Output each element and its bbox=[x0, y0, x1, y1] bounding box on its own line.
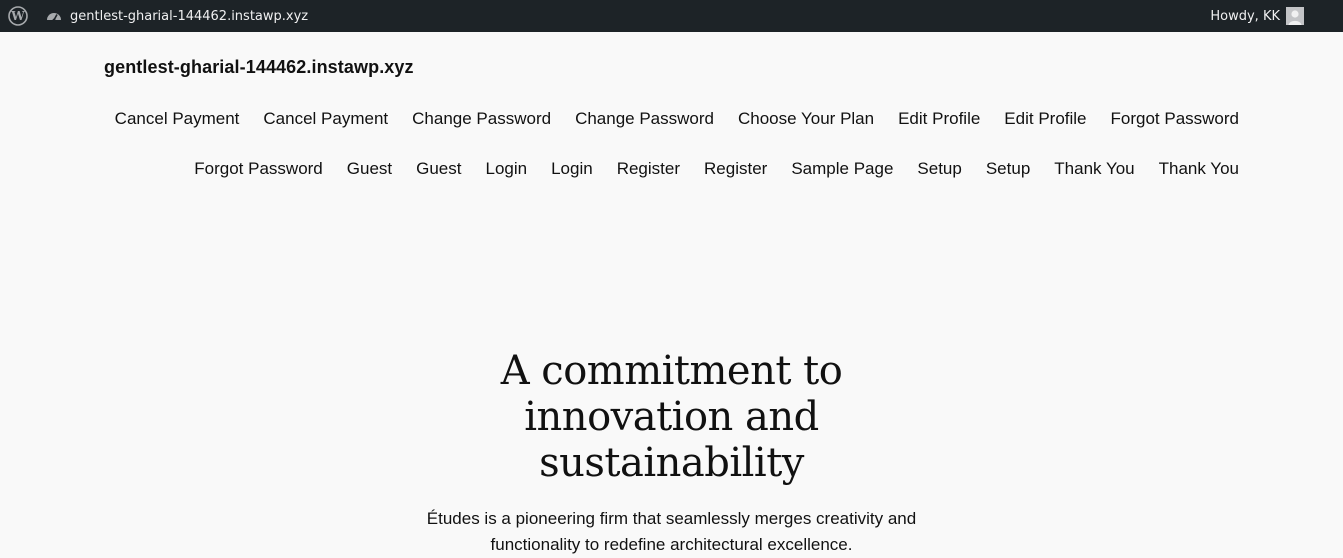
hero-description: Études is a pioneering firm that seamles… bbox=[426, 509, 917, 554]
admin-site-name: gentlest-gharial-144462.instawp.xyz bbox=[70, 8, 309, 24]
nav-item-setup[interactable]: Setup bbox=[917, 144, 961, 194]
admin-bar-right[interactable]: Howdy, KK bbox=[1210, 0, 1343, 32]
nav-item-forgot-password[interactable]: Forgot Password bbox=[194, 144, 323, 194]
nav-item-register[interactable]: Register bbox=[617, 144, 680, 194]
nav-item-cancel-payment[interactable]: Cancel Payment bbox=[115, 94, 240, 144]
nav-item-cancel-payment[interactable]: Cancel Payment bbox=[263, 94, 388, 144]
nav-item-guest[interactable]: Guest bbox=[347, 144, 392, 194]
nav-item-thank-you[interactable]: Thank You bbox=[1159, 144, 1239, 194]
wordpress-icon[interactable]: W bbox=[2, 0, 34, 32]
svg-text:W: W bbox=[10, 9, 25, 23]
nav-item-guest[interactable]: Guest bbox=[416, 144, 461, 194]
nav-item-edit-profile[interactable]: Edit Profile bbox=[1004, 94, 1086, 144]
admin-bar: W gentlest-gharial-144462.instawp.xyz Ho… bbox=[0, 0, 1343, 32]
primary-navigation: Cancel Payment Cancel Payment Change Passw… bbox=[90, 94, 1239, 194]
nav-item-login[interactable]: Login bbox=[551, 144, 593, 194]
admin-bar-left: W gentlest-gharial-144462.instawp.xyz bbox=[0, 0, 316, 32]
nav-item-login[interactable]: Login bbox=[485, 144, 527, 194]
avatar bbox=[1286, 7, 1304, 25]
nav-item-thank-you[interactable]: Thank You bbox=[1054, 144, 1134, 194]
admin-site-link[interactable]: gentlest-gharial-144462.instawp.xyz bbox=[34, 0, 316, 32]
nav-item-choose-your-plan[interactable]: Choose Your Plan bbox=[738, 94, 874, 144]
howdy-text: Howdy, KK bbox=[1210, 8, 1280, 24]
nav-item-change-password[interactable]: Change Password bbox=[575, 94, 714, 144]
nav-item-forgot-password[interactable]: Forgot Password bbox=[1111, 94, 1240, 144]
nav-item-edit-profile[interactable]: Edit Profile bbox=[898, 94, 980, 144]
site-title[interactable]: gentlest-gharial-144462.instawp.xyz bbox=[104, 55, 414, 79]
hero-title: A commitment to innovation and sustainab… bbox=[500, 348, 843, 486]
nav-item-setup[interactable]: Setup bbox=[986, 144, 1030, 194]
nav-item-sample-page[interactable]: Sample Page bbox=[791, 144, 893, 194]
hero-section: A commitment to innovation and sustainab… bbox=[0, 348, 1343, 558]
dashboard-icon bbox=[44, 6, 64, 26]
nav-item-register[interactable]: Register bbox=[704, 144, 767, 194]
nav-item-change-password[interactable]: Change Password bbox=[412, 94, 551, 144]
